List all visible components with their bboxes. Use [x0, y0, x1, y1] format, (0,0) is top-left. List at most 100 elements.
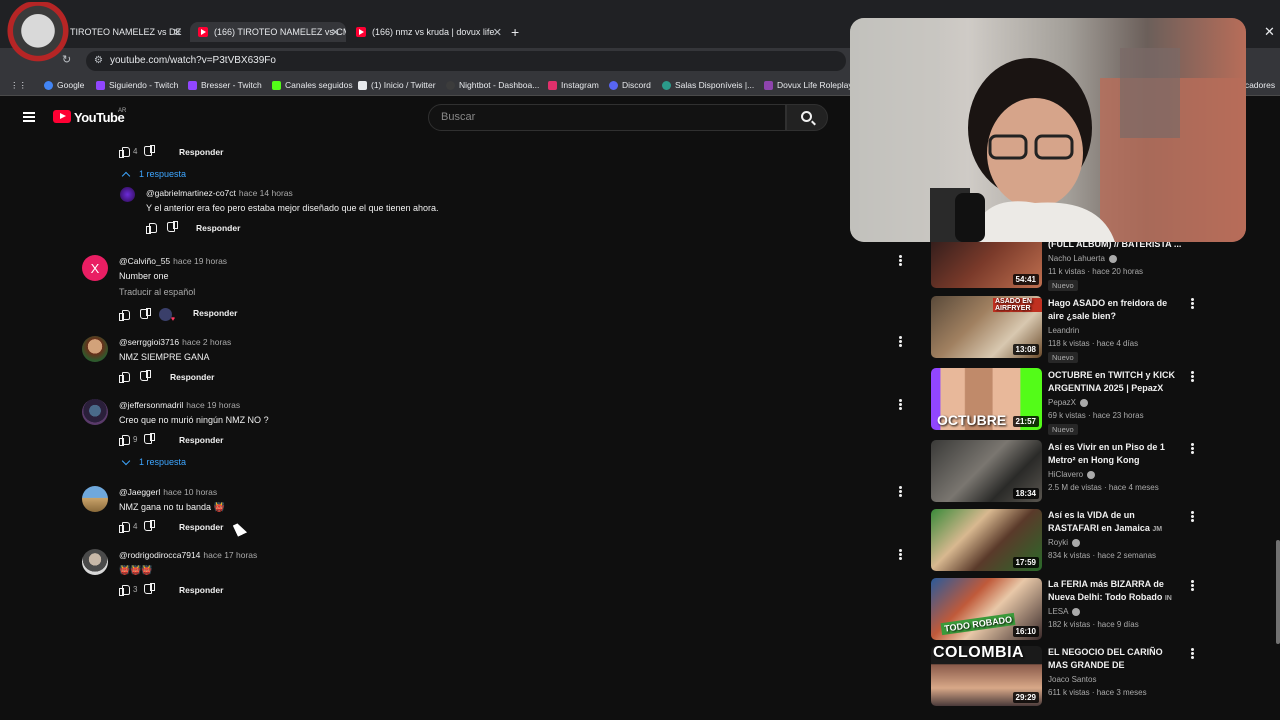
more-options-icon[interactable] — [899, 336, 902, 347]
bookmark-google[interactable]: Google — [44, 80, 84, 90]
close-tab-icon[interactable]: ✕ — [173, 26, 182, 39]
comment-author[interactable]: @Jaeggerl hace 10 horas — [119, 487, 217, 497]
video-thumbnail[interactable]: 17:59 — [931, 509, 1042, 571]
replies-toggle[interactable]: 1 respuesta — [121, 169, 186, 180]
reply-button[interactable]: Responder — [179, 522, 223, 532]
more-options-icon[interactable] — [899, 549, 902, 560]
dislike-icon[interactable] — [141, 310, 151, 319]
reply-button[interactable]: Responder — [193, 308, 237, 318]
more-options-icon[interactable] — [1191, 648, 1194, 659]
video-thumbnail[interactable]: 18:34 — [931, 440, 1042, 502]
video-title[interactable]: Así es la VIDA de un RASTAFARI en Jamaic… — [1048, 509, 1184, 535]
bookmark-dovux[interactable]: Dovux Life Roleplay — [764, 80, 853, 90]
dislike-icon[interactable] — [145, 585, 155, 594]
more-options-icon[interactable] — [899, 399, 902, 410]
search-button[interactable] — [786, 104, 828, 131]
bookmark-kick[interactable]: Canales seguidos — [272, 80, 353, 90]
bookmark-nightbot[interactable]: Nightbot - Dashboa... — [446, 80, 539, 90]
dislike-icon[interactable] — [145, 522, 155, 531]
youtube-favicon-icon — [356, 27, 366, 37]
like-icon[interactable] — [119, 310, 130, 321]
bookmark-salas[interactable]: Salas Disponíveis |... — [662, 80, 754, 90]
like-icon[interactable] — [119, 522, 130, 533]
browser-tab[interactable]: (166) nmz vs kruda | dovux life ✕ — [352, 22, 508, 42]
avatar[interactable] — [120, 187, 135, 202]
hamburger-menu-icon[interactable] — [23, 112, 35, 122]
comment-text: NMZ gana no tu banda 👹 — [119, 502, 225, 512]
youtube-logo-icon[interactable] — [53, 110, 71, 123]
browser-tab-active[interactable]: (166) TIROTEO NAMELEZ vs CM ✕ — [190, 22, 346, 42]
video-title[interactable]: OCTUBRE en TWITCH y KICK ARGENTINA 2025 … — [1048, 369, 1184, 395]
video-thumbnail[interactable]: TODO ROBADO 16:10 — [931, 578, 1042, 640]
video-channel[interactable]: PepazX — [1048, 398, 1089, 407]
video-channel[interactable]: HiClavero — [1048, 470, 1096, 479]
reply-button[interactable]: Responder — [170, 372, 214, 382]
comment-author[interactable]: @jeffersonmadril hace 19 horas — [119, 400, 240, 410]
like-icon[interactable] — [119, 372, 130, 383]
reply-button[interactable]: Responder — [179, 147, 223, 157]
avatar[interactable] — [82, 399, 108, 425]
comment-author[interactable]: @rodrigodirocca7914 hace 17 horas — [119, 550, 257, 560]
bookmark-discord[interactable]: Discord — [609, 80, 651, 90]
search-input[interactable]: Buscar — [428, 104, 786, 131]
dislike-icon[interactable] — [145, 435, 155, 444]
youtube-logo-text[interactable]: YouTube — [74, 110, 125, 125]
browser-tab[interactable]: TIROTEO NAMELEZ vs DE ✕ — [70, 22, 188, 42]
close-tab-icon[interactable]: ✕ — [493, 26, 502, 39]
close-tab-icon[interactable]: ✕ — [331, 26, 340, 39]
avatar[interactable] — [82, 336, 108, 362]
reply-button[interactable]: Responder — [196, 223, 240, 233]
comment-author[interactable]: @serrggioi3716 hace 2 horas — [119, 337, 231, 347]
like-icon[interactable] — [119, 585, 130, 596]
apps-icon[interactable]: ⋮⋮ — [10, 80, 27, 91]
more-options-icon[interactable] — [899, 486, 902, 497]
like-icon[interactable] — [119, 147, 130, 158]
bookmark-twitter[interactable]: (1) Inicio / Twitter — [358, 80, 436, 90]
more-options-icon[interactable] — [1191, 371, 1194, 382]
translate-link[interactable]: Traducir al español — [119, 287, 195, 297]
comment-actions — [119, 372, 151, 383]
more-options-icon[interactable] — [899, 255, 902, 266]
dislike-icon[interactable] — [145, 147, 155, 156]
like-icon[interactable] — [146, 223, 157, 234]
more-options-icon[interactable] — [1191, 580, 1194, 591]
video-channel[interactable]: Leandrin — [1048, 326, 1079, 335]
reply-button[interactable]: Responder — [179, 435, 223, 445]
more-options-icon[interactable] — [1191, 443, 1194, 454]
comment-text: Creo que no murió ningún NMZ NO ? — [119, 415, 269, 425]
new-tab-icon[interactable]: + — [511, 24, 519, 40]
dislike-icon[interactable] — [141, 372, 151, 381]
video-title[interactable]: Así es Vivir en un Piso de 1 Metro² en H… — [1048, 441, 1184, 467]
video-title[interactable]: Hago ASADO en freidora de aire ¿sale bie… — [1048, 297, 1184, 323]
bookmark-other[interactable]: rcadores — [1242, 80, 1275, 90]
video-channel[interactable]: LESA — [1048, 607, 1081, 616]
comment-author[interactable]: @Calviño_55 hace 19 horas — [119, 256, 227, 266]
video-thumbnail[interactable]: COLOMBIA 29:29 — [931, 646, 1042, 706]
video-channel[interactable]: Joaco Santos — [1048, 675, 1096, 684]
video-title[interactable]: La FERIA más BIZARRA de Nueva Delhi: Tod… — [1048, 578, 1184, 604]
more-options-icon[interactable] — [1191, 511, 1194, 522]
verified-icon — [1080, 398, 1089, 407]
bookmark-bresser-twitch[interactable]: Bresser - Twitch — [188, 80, 262, 90]
video-channel[interactable]: Nacho Lahuerta — [1048, 254, 1117, 263]
video-thumbnail[interactable]: OCTUBRE 21:57 — [931, 368, 1042, 430]
page-scrollbar[interactable] — [1276, 540, 1280, 644]
avatar[interactable]: X — [82, 255, 108, 281]
reply-button[interactable]: Responder — [179, 585, 223, 595]
comment-author[interactable]: @gabrielmartinez-co7ct hace 14 horas — [146, 188, 293, 198]
avatar[interactable] — [82, 549, 108, 575]
bookmark-instagram[interactable]: Instagram — [548, 80, 599, 90]
window-close-icon[interactable]: ✕ — [1264, 24, 1275, 40]
video-title[interactable]: EL NEGOCIO DEL CARIÑO MAS GRANDE DE LATI… — [1048, 646, 1184, 672]
avatar[interactable] — [82, 486, 108, 512]
like-icon[interactable] — [119, 435, 130, 446]
thumbnail-overlay-text: ASADO EN AIRFRYER — [993, 298, 1042, 312]
url-field[interactable]: ⚙ youtube.com/watch?v=P3tVBX639Fo — [86, 51, 846, 71]
site-info-icon[interactable]: ⚙ — [94, 55, 103, 66]
video-channel[interactable]: Royki — [1048, 538, 1081, 547]
video-thumbnail[interactable]: ASADO EN AIRFRYER 13:08 — [931, 296, 1042, 358]
bookmark-twitch-following[interactable]: Siguiendo - Twitch — [96, 80, 178, 90]
replies-toggle[interactable]: 1 respuesta — [121, 456, 186, 467]
more-options-icon[interactable] — [1191, 298, 1194, 309]
dislike-icon[interactable] — [168, 223, 178, 232]
